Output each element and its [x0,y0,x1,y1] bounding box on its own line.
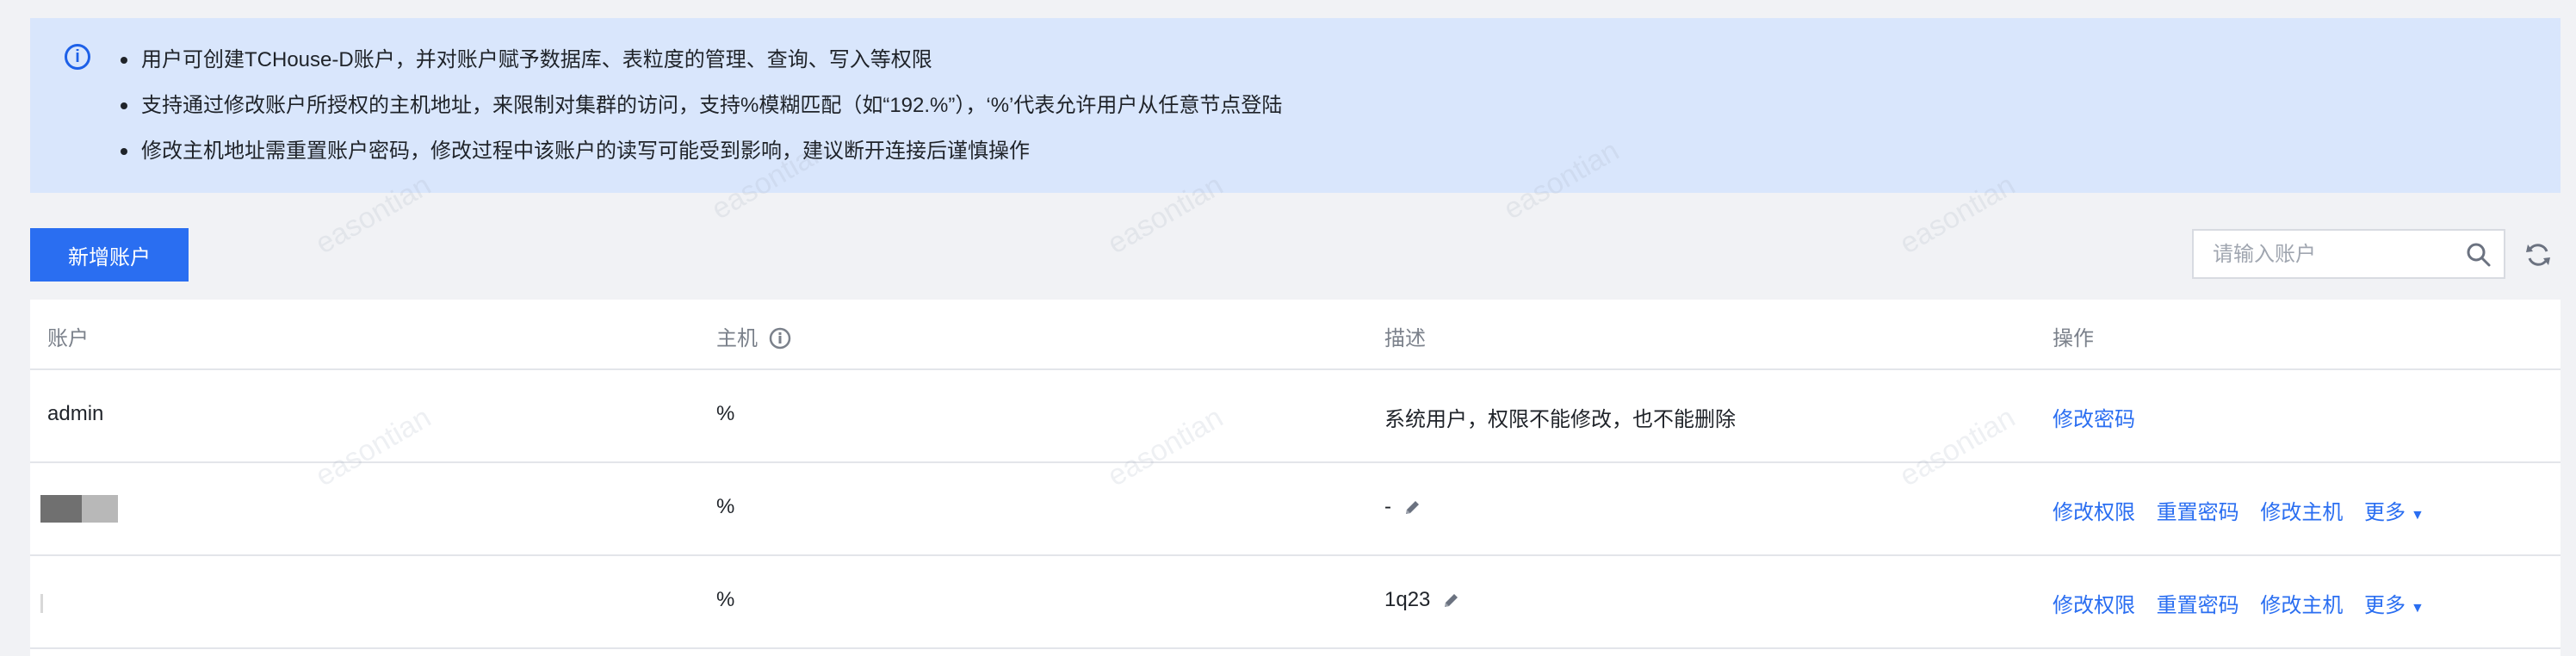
more-dropdown[interactable]: 更多 ▼ [2364,594,2424,617]
caret-down-icon: ▼ [2411,508,2424,523]
actions-cell: 修改密码 [2053,402,2151,432]
notice-item: 支持通过修改账户所授权的主机地址，来限制对集群的访问，支持%模糊匹配（如“192… [121,83,1282,128]
description-cell: 1q23 [1384,588,1460,612]
header-actions: 操作 [2053,327,2094,350]
caret-down-icon: ▼ [2411,601,2424,616]
search-input[interactable] [2211,239,2455,270]
notice-item: 用户可创建TCHouse-D账户，并对账户赋予数据库、表粒度的管理、查询、写入等… [121,37,1282,83]
table-row: % 1q23 修改权限 重置密码 修改主机 更多 ▼ [30,556,2561,649]
account-name: admin [47,402,104,425]
host-value: % [716,588,735,611]
info-icon: i [65,44,90,70]
search-icon[interactable] [2466,242,2492,268]
notice-list: 用户可创建TCHouse-D账户，并对账户赋予数据库、表粒度的管理、查询、写入等… [121,37,1282,174]
modify-host-link[interactable]: 修改主机 [2260,594,2343,617]
account-name-redacted [40,495,118,523]
description-value: 1q23 [1384,588,1431,611]
description-value: 系统用户，权限不能修改，也不能删除 [1384,408,1736,431]
host-help-icon[interactable] [769,327,791,350]
header-description: 描述 [1384,327,1426,350]
modify-permission-link[interactable]: 修改权限 [2053,594,2135,617]
modify-permission-link[interactable]: 修改权限 [2053,501,2135,524]
reset-password-link[interactable]: 重置密码 [2157,501,2239,524]
actions-cell: 修改权限 重置密码 修改主机 更多 ▼ [2053,588,2424,618]
info-notice: i 用户可创建TCHouse-D账户，并对账户赋予数据库、表粒度的管理、查询、写… [30,18,2561,193]
reset-password-link[interactable]: 重置密码 [2157,594,2239,617]
notice-item: 修改主机地址需重置账户密码，修改过程中该账户的读写可能受到影响，建议断开连接后谨… [121,128,1282,174]
host-value: % [716,495,735,518]
actions-cell: 修改权限 重置密码 修改主机 更多 ▼ [2053,495,2424,525]
modify-host-link[interactable]: 修改主机 [2260,501,2343,524]
table-header: 账户 主机 描述 操作 [30,300,2561,370]
host-value: % [716,402,735,425]
account-name-redacted [40,591,43,615]
table-row: % - 修改权限 重置密码 修改主机 更多 ▼ [30,463,2561,556]
add-account-button[interactable]: 新增账户 [30,228,189,282]
refresh-icon[interactable] [2524,241,2552,269]
edit-pencil-icon[interactable] [1403,498,1421,517]
header-host: 主机 [716,321,791,351]
more-dropdown[interactable]: 更多 ▼ [2364,501,2424,524]
description-cell: - [1384,495,1421,519]
change-password-link[interactable]: 修改密码 [2053,408,2135,431]
edit-pencil-icon[interactable] [1441,591,1460,610]
header-account: 账户 [47,327,89,350]
description-value: - [1384,495,1391,518]
search-box[interactable] [2192,229,2505,279]
table-row: admin % 系统用户，权限不能修改，也不能删除 修改密码 [30,370,2561,463]
accounts-table: 账户 主机 描述 操作 admin % 系统用户，权限不能修改，也不能删除 修改… [30,300,2561,656]
